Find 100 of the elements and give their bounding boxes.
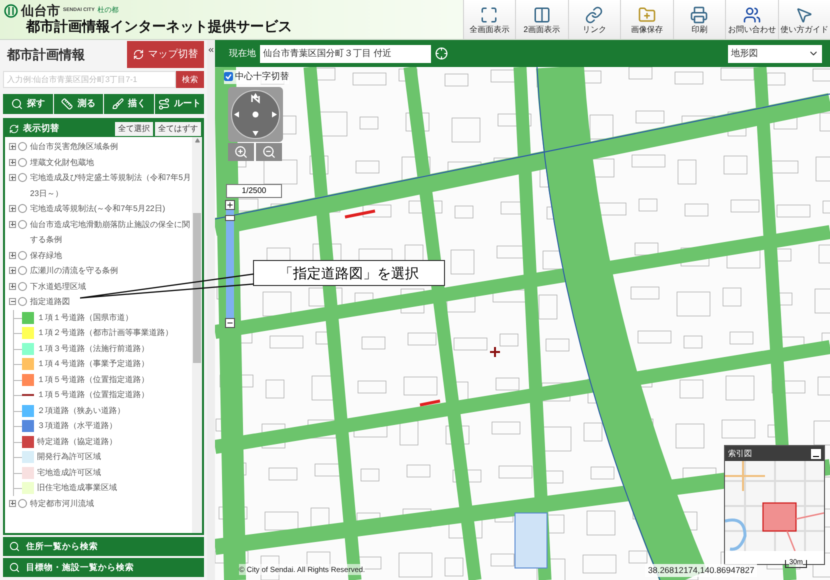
scale-label: 1/2500 <box>226 184 282 198</box>
search-button[interactable]: 検索 <box>176 71 204 88</box>
layer-radio[interactable] <box>18 204 27 213</box>
layer-radio[interactable] <box>18 220 27 228</box>
layer-radio[interactable] <box>18 173 27 182</box>
tool-button[interactable]: 描く <box>104 94 154 114</box>
index-map-title: 索引図 <box>728 448 752 460</box>
search-icon <box>9 562 20 573</box>
link-icon <box>585 6 604 24</box>
basemap-select[interactable]: 地形図 <box>728 44 822 62</box>
expand-toggle[interactable] <box>9 267 16 274</box>
layer-radio[interactable] <box>18 498 27 508</box>
legend-label: １項５号道路（位置指定道路） <box>37 389 149 401</box>
expand-toggle[interactable] <box>9 143 16 150</box>
search-icon <box>9 541 20 552</box>
chevrons-left-icon <box>207 46 215 54</box>
layer-radio[interactable] <box>18 250 27 260</box>
layer-radio[interactable] <box>18 297 27 306</box>
up-arrow-icon <box>194 138 200 143</box>
plus-icon <box>226 201 234 209</box>
toolbar-button[interactable]: 全画面表示 <box>462 0 515 39</box>
zoom-in-button[interactable] <box>228 143 254 161</box>
site-title: 都市計画情報インターネット提供サービス <box>24 18 293 36</box>
layer-panel-title: 表示切替 <box>23 122 59 135</box>
legend-label: １項１号道路（国県市道） <box>37 312 133 324</box>
layer-item[interactable]: 保存緑地 <box>30 248 62 263</box>
layer-item[interactable]: 埋蔵文化財包蔵地 <box>30 154 94 170</box>
legend-label: 宅地造成許可区域 <box>37 466 101 478</box>
toolbar-button[interactable]: 印刷 <box>672 0 725 39</box>
callout-label: 「指定道路図」を選択 <box>253 260 445 286</box>
refresh-icon <box>9 124 19 134</box>
expand-toggle[interactable] <box>9 205 16 212</box>
layer-item[interactable]: 広瀬川の清流を守る条例 <box>30 263 118 278</box>
location-field[interactable]: 仙台市青葉区国分町３丁目 付近 <box>260 44 431 62</box>
toolbar-button[interactable]: 画像保存 <box>620 0 672 39</box>
layer-item[interactable]: 仙台市災害危険区域条例 <box>30 139 118 154</box>
layer-radio[interactable] <box>18 282 27 290</box>
layer-item[interactable]: 宅地造成等規制法(～令和7年5月22日) <box>30 201 166 216</box>
minimize-button[interactable] <box>811 448 821 458</box>
expand-toggle[interactable] <box>9 252 16 258</box>
zoom-slider[interactable] <box>226 210 234 318</box>
search-icon <box>10 98 23 110</box>
tool-button[interactable]: 測る <box>54 94 103 114</box>
scrollbar[interactable] <box>192 137 202 533</box>
zoom-out-icon <box>262 145 276 159</box>
zoom-out-button[interactable] <box>256 143 282 161</box>
layer-item[interactable]: 特定都市河川流域 <box>30 496 94 511</box>
crosshair-checkbox[interactable] <box>224 72 233 82</box>
search-list-button[interactable]: 住所一覧から検索 <box>3 537 204 556</box>
two-panels-icon <box>532 6 551 24</box>
layer-item[interactable]: 宅地造成及び特定盛土等規制法（令和7年5月23日～） <box>30 170 192 201</box>
search-list-button[interactable]: 目標物・施設一覧から検索 <box>3 558 204 577</box>
legend-label: 開発行為許可区域 <box>37 451 101 463</box>
zoom-slider-thumb[interactable] <box>225 215 235 222</box>
people-icon <box>742 6 761 24</box>
layer-radio[interactable] <box>18 266 27 275</box>
expand-toggle[interactable] <box>9 174 16 181</box>
toolbar-button[interactable]: 使い方ガイド <box>778 0 830 39</box>
legend-label: ２項道路（狭あい道路） <box>37 404 125 416</box>
ruler-icon <box>61 98 74 110</box>
legend-label: １項２号道路（都市計画等事業道路） <box>37 327 173 339</box>
zoom-minus-button[interactable] <box>225 318 235 328</box>
expand-toggle[interactable] <box>9 500 16 506</box>
select-all-button[interactable]: 全て選択 <box>115 122 153 136</box>
crosshair-icon[interactable] <box>435 47 448 60</box>
legend-label: 旧住宅地造成事業区域 <box>37 482 117 494</box>
map-switch-button[interactable]: マップ切替 <box>127 41 204 68</box>
folder-icon <box>638 6 656 24</box>
tool-button[interactable]: ルート <box>154 94 204 114</box>
search-field[interactable]: 入力例:仙台市青葉区国分町3丁目7-1 <box>3 71 176 88</box>
pan-control-icon[interactable] <box>228 87 283 142</box>
zoom-in-icon <box>234 145 248 159</box>
legend-label: ３項道路（水平道路） <box>37 420 117 432</box>
legend-label: １項４号道路（事業予定道路） <box>37 358 149 370</box>
coordinates-label: 38.26812174,140.86947827 <box>645 564 758 577</box>
layer-radio[interactable] <box>18 142 27 151</box>
expand-toggle[interactable] <box>9 282 16 290</box>
deselect-all-button[interactable]: 全てはずす <box>155 122 201 136</box>
printer-icon <box>690 6 708 24</box>
tool-button[interactable]: 探す <box>3 94 52 114</box>
route-icon <box>158 98 170 110</box>
layer-item[interactable]: 指定道路図 <box>30 294 70 310</box>
layer-item[interactable]: 下水道処理区域 <box>30 278 86 294</box>
city-logo-icon <box>4 4 18 18</box>
toolbar-button[interactable]: リンク <box>568 0 620 39</box>
location-label: 現在地 <box>229 46 256 60</box>
toolbar-button[interactable]: お問い合わせ <box>725 0 778 39</box>
zoom-plus-button[interactable] <box>225 200 235 210</box>
legend-label: １項５号道路（位置指定道路） <box>37 374 149 386</box>
layer-radio[interactable] <box>18 158 27 166</box>
map-drawing[interactable] <box>215 67 830 580</box>
expand-toggle[interactable] <box>9 220 16 228</box>
city-name: 仙台市 <box>21 4 60 18</box>
expand-toggle[interactable] <box>9 298 16 305</box>
expand-toggle[interactable] <box>9 158 16 166</box>
layer-item[interactable]: 仙台市造成宅地滑動崩落防止施設の保全に関する条例 <box>30 216 192 248</box>
legend-label: １項３号道路（法施行前道路） <box>37 342 149 354</box>
legend-label: 特定道路（協定道路） <box>37 436 117 448</box>
toolbar-button[interactable]: 2画面表示 <box>515 0 568 39</box>
panel-title: 都市計画情報 <box>7 46 85 64</box>
